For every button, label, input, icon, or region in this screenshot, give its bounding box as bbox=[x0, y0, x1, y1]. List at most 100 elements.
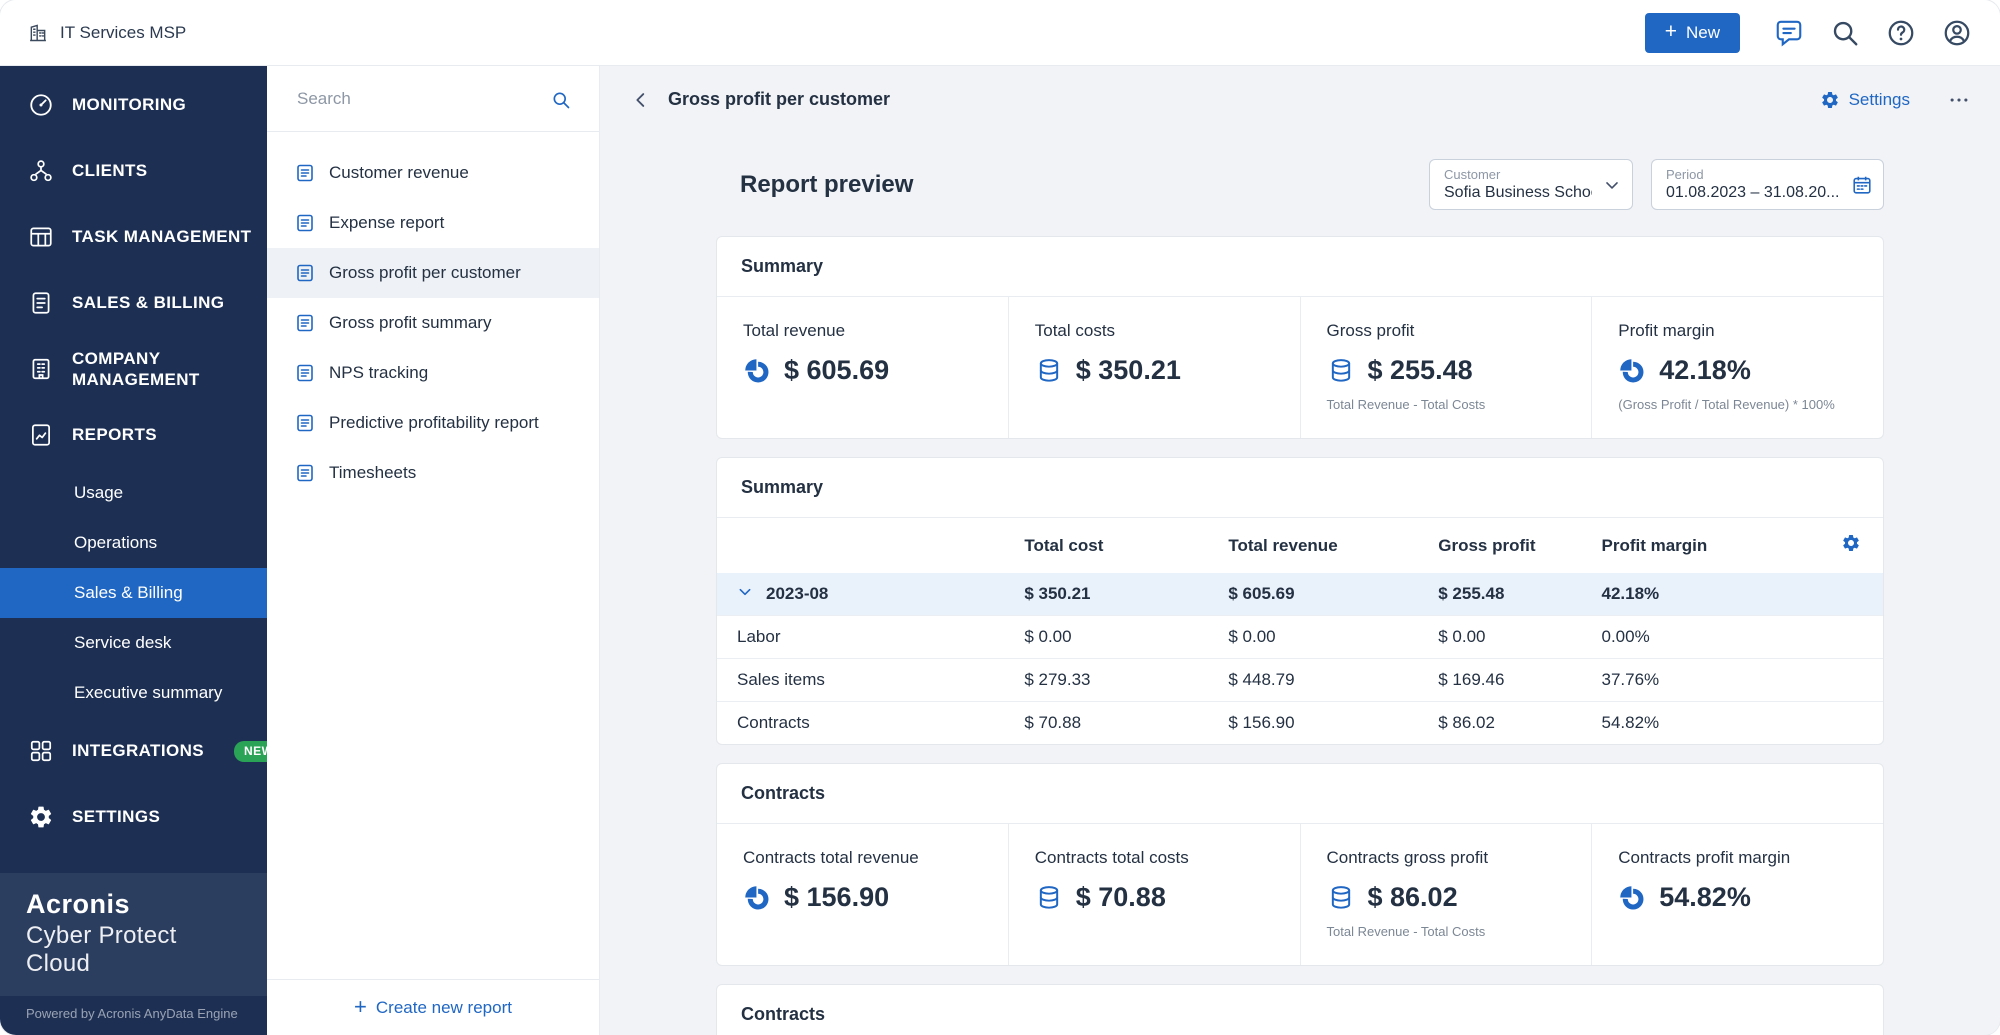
donut-chart-icon bbox=[1618, 357, 1646, 385]
sidebar-label: SALES & BILLING bbox=[72, 293, 225, 313]
card-title: Contracts bbox=[717, 985, 1883, 1035]
report-doc-icon bbox=[295, 213, 315, 233]
report-item-nps-tracking[interactable]: NPS tracking bbox=[267, 348, 599, 398]
report-item-label: Expense report bbox=[329, 213, 445, 232]
sidebar-item-integrations[interactable]: INTEGRATIONS NEW bbox=[0, 718, 284, 784]
sidebar-label: TASK MANAGEMENT bbox=[72, 227, 252, 247]
sidebar-item-reports[interactable]: REPORTS bbox=[0, 402, 267, 468]
sidebar-item-clients[interactable]: CLIENTS bbox=[0, 138, 267, 204]
sidebar-label: CLIENTS bbox=[72, 161, 148, 181]
cell-total-revenue: $ 0.00 bbox=[1218, 615, 1429, 659]
sidebar-sub-label: Executive summary bbox=[74, 683, 223, 702]
chevron-down-icon bbox=[1602, 175, 1622, 195]
search-input[interactable] bbox=[295, 87, 539, 110]
sidebar-sub-label: Usage bbox=[74, 483, 124, 502]
sidebar-item-service-desk[interactable]: Service desk bbox=[0, 618, 267, 668]
sidebar-item-executive-summary[interactable]: Executive summary bbox=[0, 668, 267, 718]
plus-icon: + bbox=[354, 993, 367, 1019]
table-row-2023-08[interactable]: 2023-08 $ 350.21 $ 605.69 $ 255.48 42.18… bbox=[717, 573, 1883, 616]
brand-acronis: Acronis bbox=[26, 889, 131, 919]
report-item-label: Gross profit summary bbox=[329, 313, 492, 332]
card-title: Contracts bbox=[717, 764, 1883, 824]
sidebar-item-company-management[interactable]: COMPANY MANAGEMENT bbox=[0, 336, 267, 402]
gauge-icon bbox=[28, 92, 54, 118]
report-item-gross-profit-summary[interactable]: Gross profit summary bbox=[267, 298, 599, 348]
cell-profit-margin: 54.82% bbox=[1601, 713, 1660, 732]
cell-profit-margin: 37.76% bbox=[1591, 658, 1819, 702]
metric-profit-margin: Profit margin 42.18% (Gross Profit / Tot… bbox=[1592, 297, 1883, 438]
page-title: Gross profit per customer bbox=[668, 89, 891, 109]
sidebar-item-sales-billing-reports[interactable]: Sales & Billing bbox=[0, 568, 267, 618]
row-name: Sales items bbox=[717, 658, 1015, 702]
customer-select-value: Sofia Business School bbox=[1444, 184, 1592, 201]
new-button-label: New bbox=[1685, 22, 1720, 42]
new-button[interactable]: + New bbox=[1644, 12, 1740, 53]
create-new-report-button[interactable]: + Create new report bbox=[267, 979, 599, 1035]
report-doc-icon bbox=[295, 313, 315, 333]
cell-total-cost: $ 70.88 bbox=[1024, 713, 1082, 732]
chevron-down-icon[interactable] bbox=[737, 584, 757, 604]
card-title: Summary bbox=[717, 237, 1883, 297]
gear-icon bbox=[1820, 90, 1840, 110]
tenant-switcher[interactable]: IT Services MSP bbox=[28, 23, 186, 43]
metric-subtitle: (Gross Profit / Total Revenue) * 100% bbox=[1618, 397, 1835, 412]
report-list-panel: Customer revenue Expense report Gross pr… bbox=[267, 66, 600, 1035]
metric-label: Contracts gross profit bbox=[1326, 848, 1489, 867]
summary-table-card: Summary Total cost Total revenue Gross p… bbox=[716, 457, 1884, 745]
search-icon[interactable] bbox=[551, 89, 571, 109]
search-icon[interactable] bbox=[1830, 18, 1860, 48]
report-item-gross-profit-per-customer[interactable]: Gross profit per customer bbox=[267, 248, 599, 298]
report-doc-icon bbox=[295, 363, 315, 383]
donut-chart-icon bbox=[743, 884, 771, 912]
report-item-customer-revenue[interactable]: Customer revenue bbox=[267, 148, 599, 198]
topbar: IT Services MSP + New bbox=[0, 0, 2000, 66]
report-settings-button[interactable]: Settings bbox=[1820, 90, 1910, 110]
metric-label: Total revenue bbox=[743, 321, 846, 340]
integrations-grid-icon bbox=[28, 738, 54, 764]
brand-logo: Acronis Cyber Protect Cloud bbox=[0, 873, 267, 996]
report-header: Gross profit per customer Settings bbox=[600, 66, 2000, 133]
sidebar-item-task-management[interactable]: TASK MANAGEMENT bbox=[0, 204, 267, 270]
sidebar-label: MONITORING bbox=[72, 95, 187, 115]
metric-value: $ 86.02 bbox=[1367, 882, 1458, 912]
report-item-timesheets[interactable]: Timesheets bbox=[267, 448, 599, 498]
metric-contracts-gross-profit: Contracts gross profit $ 86.02 Total Rev… bbox=[1301, 824, 1593, 965]
table-row-labor: Labor $ 0.00 $ 0.00 $ 0.00 0.00% bbox=[717, 615, 1883, 659]
metric-label: Contracts total revenue bbox=[743, 848, 919, 867]
main-area: Gross profit per customer Settings Repor… bbox=[600, 66, 2000, 1035]
sidebar-item-settings[interactable]: SETTINGS bbox=[0, 784, 267, 850]
period-picker[interactable]: Period 01.08.2023 – 31.08.20... bbox=[1651, 159, 1884, 210]
preview-title: Report preview bbox=[740, 170, 914, 198]
cell-gross-profit: $ 0.00 bbox=[1428, 615, 1592, 659]
main-sidebar: MONITORING CLIENTS TASK MANAGEMENT SALES… bbox=[0, 66, 284, 1035]
report-item-label: Customer revenue bbox=[329, 163, 469, 182]
company-building-icon bbox=[28, 23, 48, 43]
report-search-row bbox=[267, 66, 599, 132]
help-icon[interactable] bbox=[1886, 18, 1916, 48]
more-ellipsis-icon[interactable] bbox=[1948, 89, 1970, 111]
sidebar-item-usage[interactable]: Usage bbox=[0, 468, 267, 518]
sidebar-sub-label: Operations bbox=[74, 533, 158, 552]
report-item-expense-report[interactable]: Expense report bbox=[267, 198, 599, 248]
metric-value: $ 350.21 bbox=[1075, 355, 1181, 385]
sidebar-label: REPORTS bbox=[72, 425, 157, 445]
sidebar-item-operations[interactable]: Operations bbox=[0, 518, 267, 568]
sidebar-item-monitoring[interactable]: MONITORING bbox=[0, 72, 267, 138]
table-gear-icon[interactable] bbox=[1841, 533, 1861, 553]
sidebar-sub-label: Sales & Billing bbox=[74, 583, 183, 602]
task-board-icon bbox=[28, 224, 54, 250]
account-icon[interactable] bbox=[1942, 18, 1972, 48]
contracts-metrics-card: Contracts Contracts total revenue $ 156.… bbox=[716, 763, 1884, 966]
customer-select[interactable]: Customer Sofia Business School bbox=[1429, 159, 1633, 210]
sidebar-item-sales-billing[interactable]: SALES & BILLING bbox=[0, 270, 267, 336]
report-item-label: NPS tracking bbox=[329, 363, 429, 382]
report-doc-icon bbox=[295, 463, 315, 483]
report-doc-icon bbox=[295, 263, 315, 283]
chat-icon[interactable] bbox=[1774, 18, 1804, 48]
report-item-predictive-profitability[interactable]: Predictive profitability report bbox=[267, 398, 599, 448]
back-chevron-icon[interactable] bbox=[630, 89, 652, 111]
cell-gross-profit: $ 169.46 bbox=[1428, 658, 1592, 702]
company-icon bbox=[28, 356, 54, 382]
column-header-empty bbox=[717, 518, 1014, 573]
app-window: IT Services MSP + New MONITORING CLIENTS… bbox=[0, 0, 2000, 1035]
